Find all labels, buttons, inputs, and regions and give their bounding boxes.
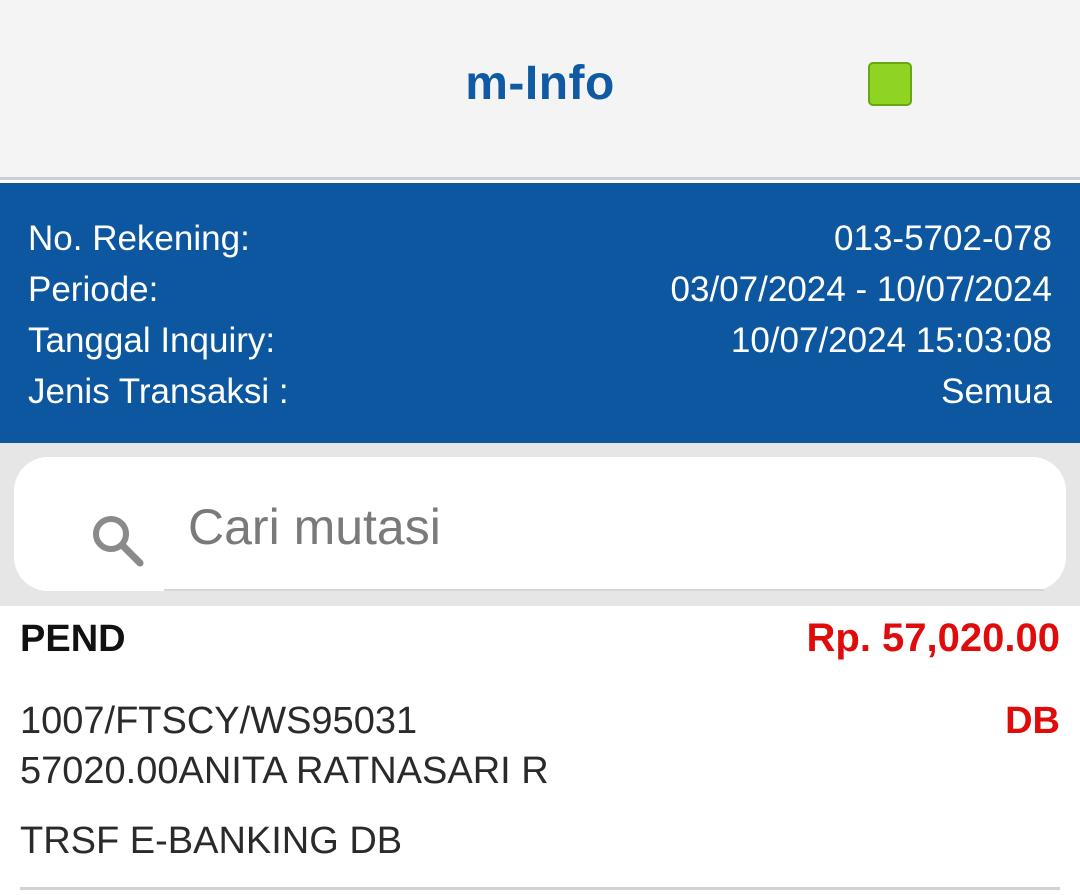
account-number-label: No. Rekening:: [28, 219, 250, 258]
transaction-category: TRSF E-BANKING DB: [20, 820, 403, 862]
transaction-status: PEND: [20, 618, 126, 660]
period-label: Periode:: [28, 270, 159, 309]
transaction-type-badge: DB: [1005, 700, 1060, 742]
transaction-type-label: Jenis Transaksi :: [28, 372, 289, 411]
transaction-description-line2: 57020.00ANITA RATNASARI R: [20, 750, 549, 792]
search-area: [0, 443, 1080, 606]
transaction-amount: Rp. 57,020.00: [806, 616, 1061, 660]
period-value: 03/07/2024 - 10/07/2024: [670, 270, 1052, 309]
search-icon[interactable]: [90, 513, 146, 569]
inquiry-date-value: 10/07/2024 15:03:08: [730, 321, 1052, 360]
transaction-description-line1: 1007/FTSCY/WS95031: [20, 700, 418, 742]
divider: [20, 887, 1060, 890]
status-indicator: [868, 62, 912, 106]
transaction-description: 1007/FTSCY/WS95031 57020.00ANITA RATNASA…: [20, 696, 549, 796]
account-info-panel: No. Rekening: 013-5702-078 Periode: 03/0…: [0, 183, 1080, 443]
page-title: m-Info: [465, 57, 615, 110]
info-row-period: Periode: 03/07/2024 - 10/07/2024: [28, 264, 1052, 315]
app-header: m-Info: [0, 0, 1080, 180]
account-number-value: 013-5702-078: [834, 219, 1052, 258]
transaction-type-value: Semua: [941, 372, 1052, 411]
search-input[interactable]: [164, 481, 1044, 591]
inquiry-date-label: Tanggal Inquiry:: [28, 321, 276, 360]
info-row-transaction-type: Jenis Transaksi : Semua: [28, 366, 1052, 417]
info-row-inquiry-date: Tanggal Inquiry: 10/07/2024 15:03:08: [28, 315, 1052, 366]
info-row-account-number: No. Rekening: 013-5702-078: [28, 213, 1052, 264]
transaction-item[interactable]: PEND Rp. 57,020.00 1007/FTSCY/WS95031 57…: [0, 606, 1080, 895]
search-box: [14, 457, 1066, 591]
